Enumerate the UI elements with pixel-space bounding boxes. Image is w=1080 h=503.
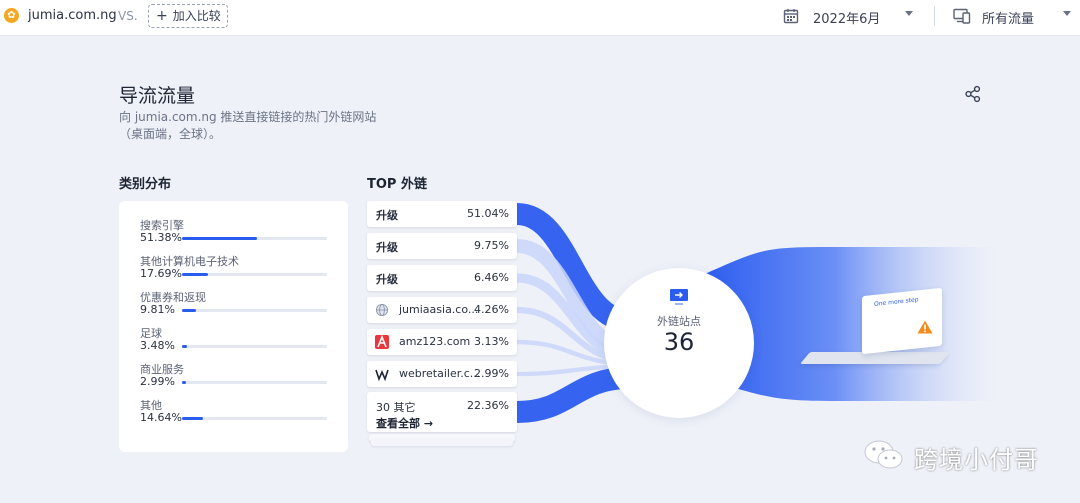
category-bar-track <box>182 345 327 348</box>
add-compare-button[interactable]: + 加入比较 <box>148 4 228 28</box>
category-card: 搜索引擎 51.38% 其他计算机电子技术 17.69% 优惠券和返现 9.81… <box>119 201 348 452</box>
section-title: 导流流量 <box>119 85 196 107</box>
referral-sites-count: 36 <box>663 328 695 356</box>
category-bar-fill <box>182 381 187 384</box>
category-bar-track <box>182 417 327 420</box>
top-bar: ✿ jumia.com.ng VS. + 加入比较 2022年6月 所有流量 <box>0 0 1080 36</box>
vs-label: VS. <box>118 9 138 23</box>
category-bar-track <box>182 273 327 276</box>
device-icon[interactable] <box>953 8 971 24</box>
category-bar-fill <box>182 345 188 348</box>
category-percent: 3.48% <box>140 339 175 352</box>
category-bar-track <box>182 237 327 240</box>
watermark-text: 跨境小付哥 <box>914 446 1039 474</box>
add-compare-label: 加入比较 <box>172 9 221 23</box>
category-bar-fill <box>182 273 208 276</box>
top-link-item[interactable]: 升级 9.75% <box>367 233 517 259</box>
chevron-down-icon[interactable] <box>1063 11 1071 16</box>
top-link-name: 升级 <box>376 241 398 254</box>
category-item: 其他计算机电子技术 17.69% <box>140 253 330 283</box>
others-link-card[interactable]: 30 其它 22.36% 查看全部 → <box>367 392 517 432</box>
share-icon[interactable] <box>964 85 982 103</box>
category-bar-fill <box>182 417 204 420</box>
top-link-percent: 3.13% <box>474 335 509 348</box>
others-percent: 22.36% <box>467 399 509 412</box>
laptop-illustration-base <box>799 352 951 364</box>
referral-sites-summary: 外链站点 36 <box>604 268 754 418</box>
monitor-icon <box>670 289 688 305</box>
traffic-type-selector[interactable]: 所有流量 <box>982 8 1034 27</box>
top-link-name: jumiaasia.co... <box>399 303 479 316</box>
others-name: 30 其它 <box>376 401 416 414</box>
top-link-name: webretailer.c... <box>399 367 481 380</box>
flow-ribbon <box>516 366 631 423</box>
top-link-item[interactable]: 升级 51.04% <box>367 201 517 227</box>
warning-icon <box>917 320 933 334</box>
see-all-link[interactable]: 查看全部 → <box>376 415 433 431</box>
top-link-percent: 9.75% <box>474 239 509 252</box>
category-item: 优惠券和返现 9.81% <box>140 289 330 319</box>
top-link-item[interactable]: 升级 6.46% <box>367 265 517 291</box>
category-percent: 51.38% <box>140 231 182 244</box>
top-link-item[interactable]: amz123.com 3.13% <box>367 329 517 355</box>
top-link-percent: 6.46% <box>474 271 509 284</box>
category-item: 搜索引擎 51.38% <box>140 217 330 247</box>
top-links-heading: TOP 外链 <box>367 177 427 192</box>
category-bar-fill <box>182 237 257 240</box>
amz123-logo-icon <box>375 335 389 349</box>
laptop-screen-header: One more step <box>874 296 919 308</box>
card-stack-shadow <box>371 438 513 446</box>
referral-sites-label: 外链站点 <box>657 315 701 328</box>
category-item: 足球 3.48% <box>140 325 330 355</box>
category-percent: 17.69% <box>140 267 182 280</box>
section-description: 向 jumia.com.ng 推送直接链接的热门外链网站（桌面端，全球）。 <box>119 110 377 141</box>
category-percent: 14.64% <box>140 411 182 424</box>
top-link-percent: 51.04% <box>467 207 509 220</box>
top-link-name: 升级 <box>376 209 398 222</box>
site-name[interactable]: jumia.com.ng <box>28 8 117 23</box>
top-link-item[interactable]: webretailer.c... 2.99% <box>367 361 517 387</box>
category-item: 商业服务 2.99% <box>140 361 330 391</box>
wechat-watermark-icon <box>864 440 903 469</box>
plus-icon: + <box>156 8 168 24</box>
category-bar-track <box>182 381 327 384</box>
top-link-name: amz123.com <box>399 335 471 348</box>
category-bar-fill <box>182 309 197 312</box>
category-percent: 9.81% <box>140 303 175 316</box>
top-link-percent: 2.99% <box>474 367 509 380</box>
category-bar-track <box>182 309 327 312</box>
chevron-down-icon[interactable] <box>905 11 913 16</box>
calendar-icon[interactable] <box>783 8 799 24</box>
date-selector[interactable]: 2022年6月 <box>813 8 880 27</box>
site-favicon-icon: ✿ <box>4 8 19 23</box>
webretailer-logo-icon <box>375 369 389 381</box>
divider <box>934 6 935 26</box>
top-link-name: 升级 <box>376 273 398 286</box>
globe-icon <box>376 304 388 316</box>
top-link-percent: 4.26% <box>474 303 509 316</box>
top-link-item[interactable]: jumiaasia.co... 4.26% <box>367 297 517 323</box>
category-heading: 类别分布 <box>119 177 172 192</box>
category-percent: 2.99% <box>140 375 175 388</box>
category-item: 其他 14.64% <box>140 397 330 427</box>
